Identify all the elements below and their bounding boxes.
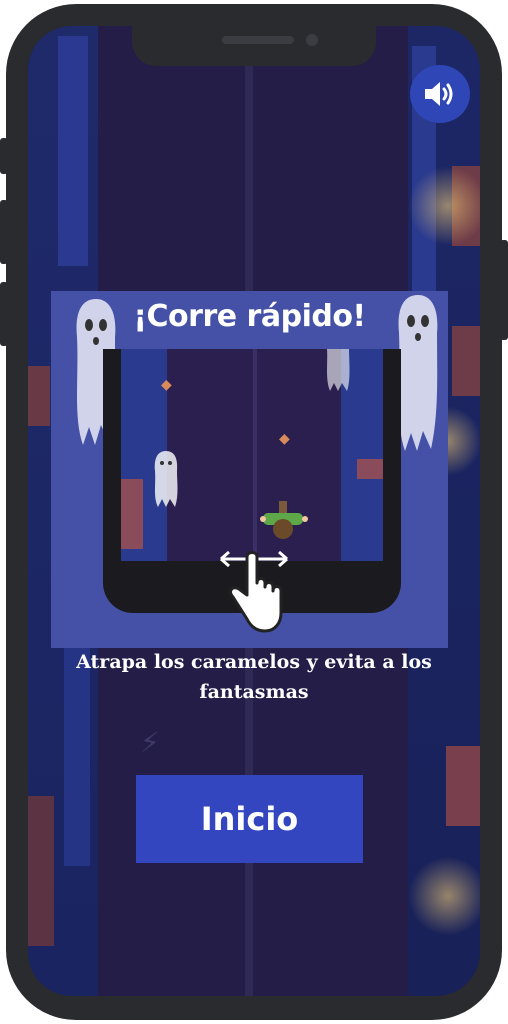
street-crack: ⚡ [140, 726, 160, 759]
tutorial-phone-illustration: ◆ ◆ [103, 349, 401, 633]
tutorial-game-preview: ◆ ◆ [121, 349, 383, 561]
wall-tile [446, 746, 480, 826]
ghost-icon [154, 451, 178, 507]
instructions-text: Atrapa los caramelos y evita a los fanta… [76, 651, 432, 703]
speaker-volume-icon [425, 82, 453, 106]
wall-tile [28, 796, 54, 946]
front-camera [306, 34, 318, 46]
phone-notch [132, 26, 376, 66]
candy-icon: ◆ [161, 377, 172, 393]
tutorial-card: ¡Corre rápido! ◆ ◆ [51, 291, 448, 648]
preview-wall-tile [121, 479, 143, 549]
start-button[interactable]: Inicio [136, 775, 363, 863]
swipe-hand-icon [220, 550, 288, 633]
wall-tile [58, 36, 88, 266]
street-lamp-glow [408, 166, 480, 246]
wall-tile [452, 326, 480, 396]
street-lamp-glow [408, 856, 480, 936]
wall-tile [28, 366, 50, 426]
sound-toggle-button[interactable] [410, 65, 470, 123]
child-runner-icon [260, 501, 308, 539]
earpiece [222, 36, 294, 44]
preview-wall-tile [357, 459, 383, 479]
candy-icon: ◆ [279, 431, 290, 447]
ghost-icon [327, 349, 350, 391]
